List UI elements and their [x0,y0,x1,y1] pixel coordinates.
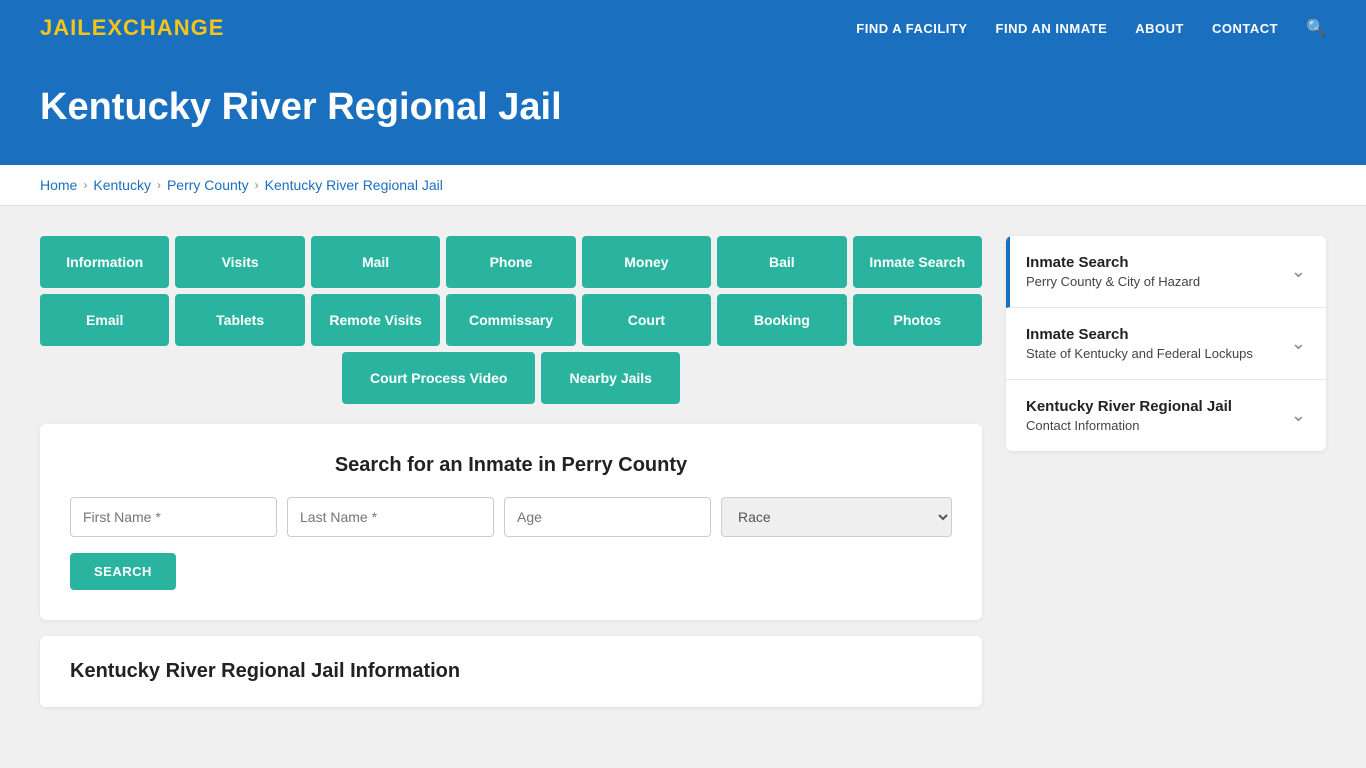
sidebar-item-kentucky-subtitle: State of Kentucky and Federal Lockups [1026,346,1253,361]
sidebar-item-kentucky[interactable]: Inmate Search State of Kentucky and Fede… [1006,308,1326,380]
btn-visits[interactable]: Visits [175,236,304,288]
btn-money[interactable]: Money [582,236,711,288]
chevron-down-icon-2: ⌄ [1291,333,1306,354]
first-name-input[interactable] [70,497,277,537]
btn-mail[interactable]: Mail [311,236,440,288]
sidebar-item-kentucky-text: Inmate Search State of Kentucky and Fede… [1026,326,1253,361]
breadcrumb-home[interactable]: Home [40,177,77,193]
btn-phone[interactable]: Phone [446,236,575,288]
button-grid-row3: Court Process Video Nearby Jails [40,352,982,404]
breadcrumb-perry-county[interactable]: Perry County [167,177,249,193]
sidebar-item-kentucky-title: Inmate Search [1026,326,1253,343]
info-section: Kentucky River Regional Jail Information [40,636,982,707]
info-title: Kentucky River Regional Jail Information [70,660,952,683]
breadcrumb-current: Kentucky River Regional Jail [265,177,443,193]
btn-nearby-jails[interactable]: Nearby Jails [541,352,680,404]
btn-information[interactable]: Information [40,236,169,288]
btn-remote-visits[interactable]: Remote Visits [311,294,440,346]
breadcrumb-sep-1: › [83,178,87,192]
btn-bail[interactable]: Bail [717,236,846,288]
inmate-search-section: Search for an Inmate in Perry County Rac… [40,424,982,620]
nav-find-inmate[interactable]: FIND AN INMATE [996,21,1108,36]
breadcrumb-bar: Home › Kentucky › Perry County › Kentuck… [0,165,1366,206]
main-column: Information Visits Mail Phone Money Bail… [40,236,982,707]
nav-find-facility[interactable]: FIND A FACILITY [856,21,967,36]
search-title: Search for an Inmate in Perry County [70,454,952,477]
last-name-input[interactable] [287,497,494,537]
sidebar-item-perry-subtitle: Perry County & City of Hazard [1026,274,1200,289]
btn-booking[interactable]: Booking [717,294,846,346]
btn-court-process-video[interactable]: Court Process Video [342,352,535,404]
race-select[interactable]: Race White Black Hispanic Asian Other [721,497,952,537]
btn-email[interactable]: Email [40,294,169,346]
chevron-down-icon: ⌄ [1291,261,1306,282]
button-grid-row2: Email Tablets Remote Visits Commissary C… [40,294,982,346]
sidebar-item-perry-title: Inmate Search [1026,254,1200,271]
btn-tablets[interactable]: Tablets [175,294,304,346]
sidebar-item-contact-text: Kentucky River Regional Jail Contact Inf… [1026,398,1232,433]
breadcrumb-sep-2: › [157,178,161,192]
sidebar-item-contact[interactable]: Kentucky River Regional Jail Contact Inf… [1006,380,1326,451]
breadcrumb-sep-3: › [255,178,259,192]
sidebar: Inmate Search Perry County & City of Haz… [1006,236,1326,707]
logo[interactable]: JAILEXCHANGE [40,15,224,41]
logo-exchange: EXCHANGE [92,15,225,40]
page-title: Kentucky River Regional Jail [40,86,1326,129]
hero-section: Kentucky River Regional Jail [0,56,1366,165]
btn-inmate-search[interactable]: Inmate Search [853,236,982,288]
main-nav: FIND A FACILITY FIND AN INMATE ABOUT CON… [856,18,1326,38]
age-input[interactable] [504,497,711,537]
button-grid-row1: Information Visits Mail Phone Money Bail… [40,236,982,288]
btn-court[interactable]: Court [582,294,711,346]
breadcrumb: Home › Kentucky › Perry County › Kentuck… [40,177,1326,193]
btn-photos[interactable]: Photos [853,294,982,346]
content-wrapper: Information Visits Mail Phone Money Bail… [0,206,1366,737]
btn-commissary[interactable]: Commissary [446,294,575,346]
header: JAILEXCHANGE FIND A FACILITY FIND AN INM… [0,0,1366,56]
nav-about[interactable]: ABOUT [1135,21,1184,36]
sidebar-item-perry[interactable]: Inmate Search Perry County & City of Haz… [1006,236,1326,308]
search-icon[interactable]: 🔍 [1306,18,1326,38]
sidebar-card: Inmate Search Perry County & City of Haz… [1006,236,1326,451]
search-button[interactable]: SEARCH [70,553,176,590]
sidebar-item-perry-text: Inmate Search Perry County & City of Haz… [1026,254,1200,289]
search-fields: Race White Black Hispanic Asian Other [70,497,952,537]
logo-jail: JAIL [40,15,92,40]
nav-contact[interactable]: CONTACT [1212,21,1278,36]
sidebar-item-contact-subtitle: Contact Information [1026,418,1232,433]
sidebar-item-contact-title: Kentucky River Regional Jail [1026,398,1232,415]
chevron-down-icon-3: ⌄ [1291,405,1306,426]
breadcrumb-kentucky[interactable]: Kentucky [93,177,151,193]
